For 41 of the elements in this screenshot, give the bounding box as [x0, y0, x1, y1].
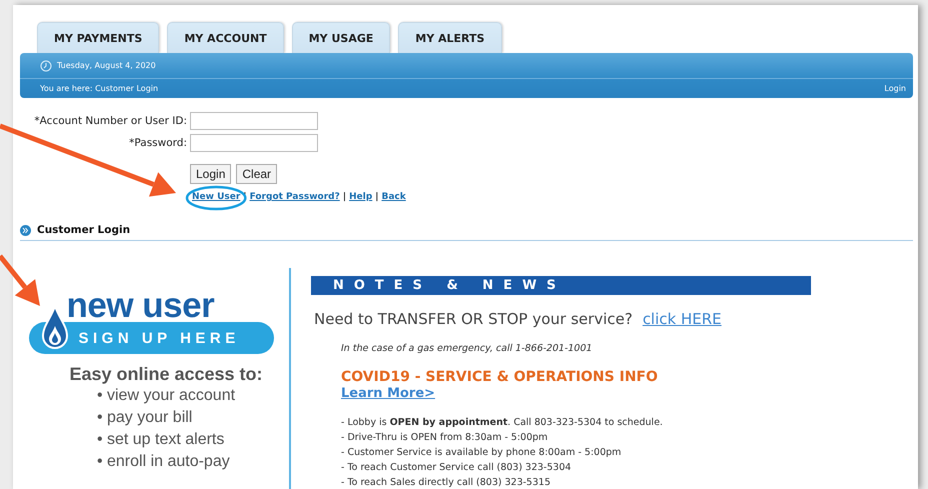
breadcrumb: You are here: Customer Login — [40, 84, 158, 93]
date-text: Tuesday, August 4, 2020 — [57, 61, 156, 70]
nav-tab[interactable]: MY PAYMENTS — [37, 22, 160, 53]
chevron-icon — [20, 224, 31, 236]
nav-link[interactable]: New User — [192, 192, 240, 202]
section-title: Customer Login — [37, 224, 130, 236]
nav-tab[interactable]: MY ALERTS — [398, 22, 502, 53]
nav-link[interactable]: Forgot Password? — [250, 192, 340, 202]
transfer-text: Need to TRANSFER OR STOP your service? — [314, 310, 633, 328]
promo-heading: Easy online access to: — [69, 364, 263, 385]
nav-tab[interactable]: MY ACCOUNT — [167, 22, 284, 53]
pointer-arrow — [0, 254, 40, 306]
feature-item: • view your account — [96, 386, 236, 406]
learn-more-link[interactable]: Learn More> — [341, 386, 436, 401]
feature-item: • set up text alerts — [96, 430, 226, 450]
notice-line: - Lobby is OPEN by appointment. Call 803-323-5304 to schedule. — [341, 416, 664, 430]
nav-tab[interactable]: MY USAGE — [292, 22, 390, 53]
clear-button[interactable]: Clear — [236, 164, 278, 184]
click-here-link[interactable]: click HERE — [642, 310, 722, 328]
password-field[interactable] — [190, 134, 318, 152]
notice-line: - To reach Customer Service call (803) 323-5304 — [341, 461, 572, 475]
field-label: *Password: — [128, 137, 187, 149]
nav-link[interactable]: Back — [382, 192, 406, 202]
login-link[interactable]: Login — [884, 84, 906, 93]
feature-item: • enroll in auto-pay — [96, 452, 231, 472]
notice-line: - Drive-Thru is OPEN from 8:30am - 5:00pm — [341, 431, 549, 445]
clock-icon — [40, 60, 52, 72]
flame-icon — [40, 306, 68, 350]
emergency-notice: In the case of a gas emergency, call 1-866-201-1001 — [341, 343, 594, 354]
covid-heading: COVID19 - SERVICE & OPERATIONS INFO — [341, 369, 659, 385]
field-label: *Account Number or User ID: — [33, 115, 187, 127]
login-button[interactable]: Login — [190, 164, 232, 184]
notice-line: - Customer Service is available by phone 8:00am - 5:00pm — [341, 446, 622, 460]
news-header: NOTES & NEWS — [311, 276, 811, 295]
feature-item: • pay your bill — [96, 408, 194, 428]
highlight-circle — [186, 186, 247, 210]
account-field[interactable] — [190, 112, 318, 130]
link-separator: | — [375, 192, 379, 202]
link-separator: | — [342, 192, 346, 202]
nav-link[interactable]: Help — [349, 192, 372, 202]
notice-line: - To reach Sales directly call (803) 323-5315 — [341, 476, 552, 489]
